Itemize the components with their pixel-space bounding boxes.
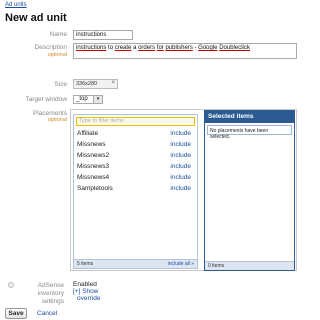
placement-name: Missnews (77, 141, 106, 148)
save-button[interactable]: Save (5, 308, 27, 319)
breadcrumb-ad-units[interactable]: Ad units (5, 2, 27, 8)
description-optional: optional (47, 52, 67, 58)
placement-name: Sampletools (77, 185, 113, 192)
placement-name: Affiliate (77, 130, 99, 137)
remove-size-icon[interactable]: × (111, 80, 115, 86)
chevron-down-icon[interactable]: ▾ (93, 96, 102, 103)
available-count: 5 items (77, 261, 94, 267)
desc-word: for (156, 45, 164, 51)
desc-word: Doubleclick (219, 45, 250, 51)
list-item: Missnews include (77, 141, 193, 148)
placement-name: Missnews4 (77, 174, 110, 181)
size-chip: 336x280 × (73, 79, 118, 89)
available-placements-panel: Type to filter items Affiliate include M… (73, 114, 198, 269)
selected-placements-panel: Selected items No placements have been s… (204, 110, 295, 271)
placements-label: Placements (33, 110, 67, 117)
desc-word: instructions (76, 45, 107, 51)
include-all-link[interactable]: include all » (168, 261, 194, 267)
available-footer: 5 items include all » (74, 259, 197, 268)
list-item: Missnews4 include (77, 174, 193, 181)
name-input[interactable]: instructions (73, 30, 133, 40)
desc-word: create (114, 45, 132, 51)
adsense-settings-value: Enabled [+] Show override (73, 281, 100, 302)
selected-count: 0 items (205, 261, 294, 270)
size-label: Size (54, 81, 67, 88)
list-item: Sampletools include (77, 185, 193, 192)
placements-optional: optional (47, 117, 67, 123)
adsense-icon (8, 282, 14, 288)
list-item: Missnews3 include (77, 163, 193, 170)
target-window-label: Target window (25, 96, 67, 103)
desc-word: Google (198, 45, 218, 51)
override-link[interactable]: override (73, 295, 100, 302)
adsense-settings-label: AdSense inventory settings (37, 282, 64, 305)
placement-name: Missnews2 (77, 152, 110, 159)
target-window-select[interactable]: _top ▾ (73, 95, 103, 104)
desc-word: publishers (165, 45, 193, 51)
include-link[interactable]: include (170, 163, 191, 170)
size-chip-label: 336x280 (76, 81, 98, 87)
show-override-link[interactable]: [+] Show (73, 288, 100, 295)
list-item: Affiliate include (77, 130, 193, 137)
adsense-status: Enabled (73, 281, 97, 288)
list-item: Missnews2 include (77, 152, 193, 159)
placement-name: Missnews3 (77, 163, 110, 170)
include-link[interactable]: include (170, 185, 191, 192)
selected-items-header: Selected items (205, 111, 294, 123)
selected-empty-message: No placements have been selected. (207, 125, 292, 140)
include-link[interactable]: include (170, 152, 191, 159)
desc-word: to (108, 45, 114, 51)
description-input[interactable]: instructions to create a orders for publ… (73, 43, 297, 59)
cancel-link[interactable]: Cancel (37, 310, 57, 317)
page-title: New ad unit (5, 12, 67, 24)
include-link[interactable]: include (170, 130, 191, 137)
placements-picker: Type to filter items Affiliate include M… (70, 109, 297, 271)
description-label: Description (34, 44, 67, 51)
desc-word: a (133, 45, 137, 51)
desc-word: orders (138, 45, 156, 51)
placement-filter-input[interactable]: Type to filter items (76, 117, 195, 126)
name-label: Name (49, 31, 67, 38)
include-link[interactable]: include (170, 141, 191, 148)
desc-word: - (194, 45, 197, 51)
include-link[interactable]: include (170, 174, 191, 181)
target-window-value: _top (76, 96, 88, 102)
